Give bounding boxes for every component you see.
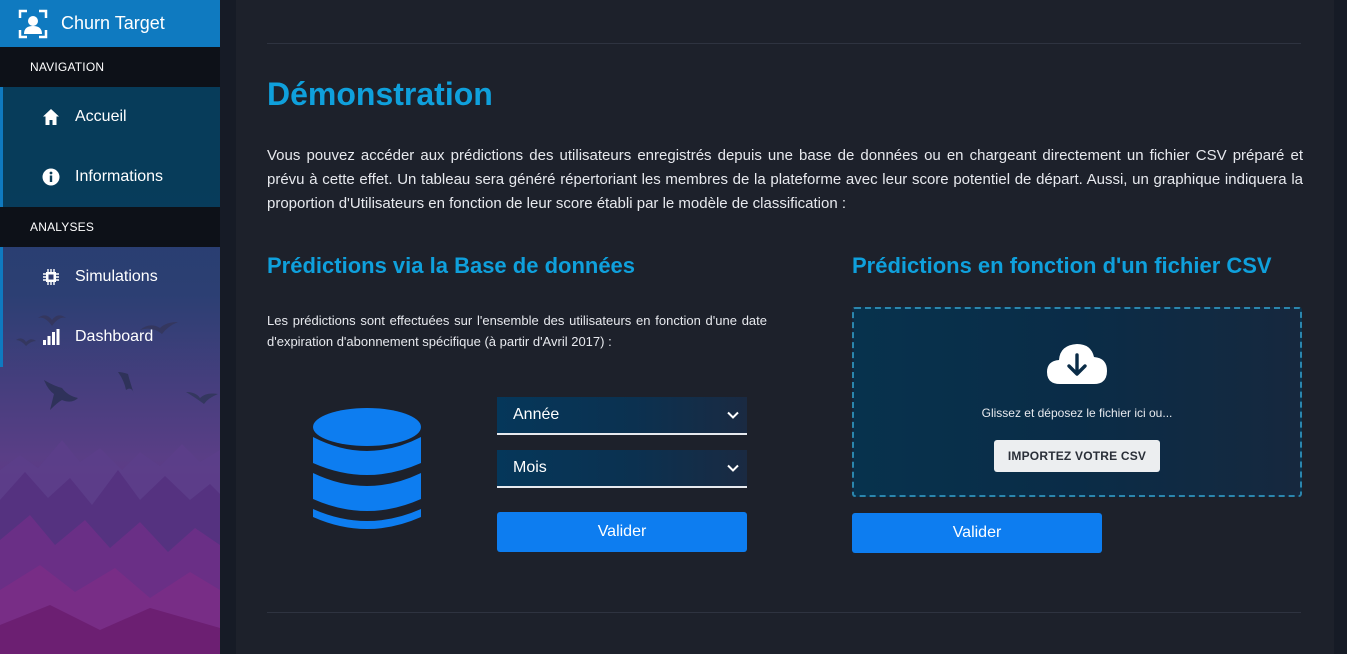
sidebar-item-informations[interactable]: Informations: [0, 147, 220, 207]
db-section-description: Les prédictions sont effectuées sur l'en…: [267, 313, 767, 349]
user-target-icon: [18, 9, 48, 39]
sidebar: Churn Target NAVIGATION Accueil Informat…: [0, 0, 220, 654]
year-select[interactable]: Année: [497, 397, 747, 435]
page-edge: [1334, 0, 1347, 654]
bar-chart-icon: [41, 327, 61, 347]
nav-section-header-navigation: NAVIGATION: [0, 47, 220, 87]
chip-icon: [41, 267, 61, 287]
sidebar-item-label: Simulations: [75, 268, 158, 285]
main-content: Démonstration Vous pouvez accéder aux pr…: [236, 0, 1334, 654]
brand-title: Churn Target: [61, 13, 165, 33]
sidebar-item-simulations[interactable]: Simulations: [0, 247, 220, 307]
year-select-value: Année: [513, 406, 560, 423]
cloud-download-icon: [1046, 341, 1108, 390]
home-icon: [41, 107, 61, 127]
brand-link[interactable]: Churn Target: [0, 0, 220, 47]
top-divider: [267, 43, 1301, 44]
db-submit-button[interactable]: Valider: [497, 512, 747, 552]
sidebar-item-label: Informations: [75, 168, 164, 185]
csv-dropzone[interactable]: Glissez et déposez le fichier ici ou... …: [852, 307, 1302, 497]
sidebar-item-accueil[interactable]: Accueil: [0, 87, 220, 147]
bottom-divider: [267, 612, 1301, 613]
chevron-down-icon: [727, 459, 739, 477]
sidebar-item-label: Dashboard: [75, 328, 154, 345]
month-select[interactable]: Mois: [497, 450, 747, 488]
csv-section-title: Prédictions en fonction d'un fichier CSV: [852, 253, 1272, 278]
chevron-down-icon: [727, 406, 739, 424]
intro-paragraph: Vous pouvez accéder aux prédictions des …: [267, 147, 1303, 212]
page-title: Démonstration: [267, 76, 493, 112]
import-csv-button[interactable]: IMPORTEZ VOTRE CSV: [994, 440, 1160, 472]
csv-submit-button[interactable]: Valider: [852, 513, 1102, 553]
info-icon: [41, 167, 61, 187]
sidebar-item-dashboard[interactable]: Dashboard: [0, 307, 220, 367]
dropzone-text: Glissez et déposez le fichier ici ou...: [981, 406, 1173, 420]
month-select-value: Mois: [513, 459, 547, 476]
db-section-title: Prédictions via la Base de données: [267, 253, 636, 278]
sidebar-item-label: Accueil: [75, 108, 127, 125]
database-icon: [312, 407, 422, 540]
nav-section-header-analyses: ANALYSES: [0, 207, 220, 247]
